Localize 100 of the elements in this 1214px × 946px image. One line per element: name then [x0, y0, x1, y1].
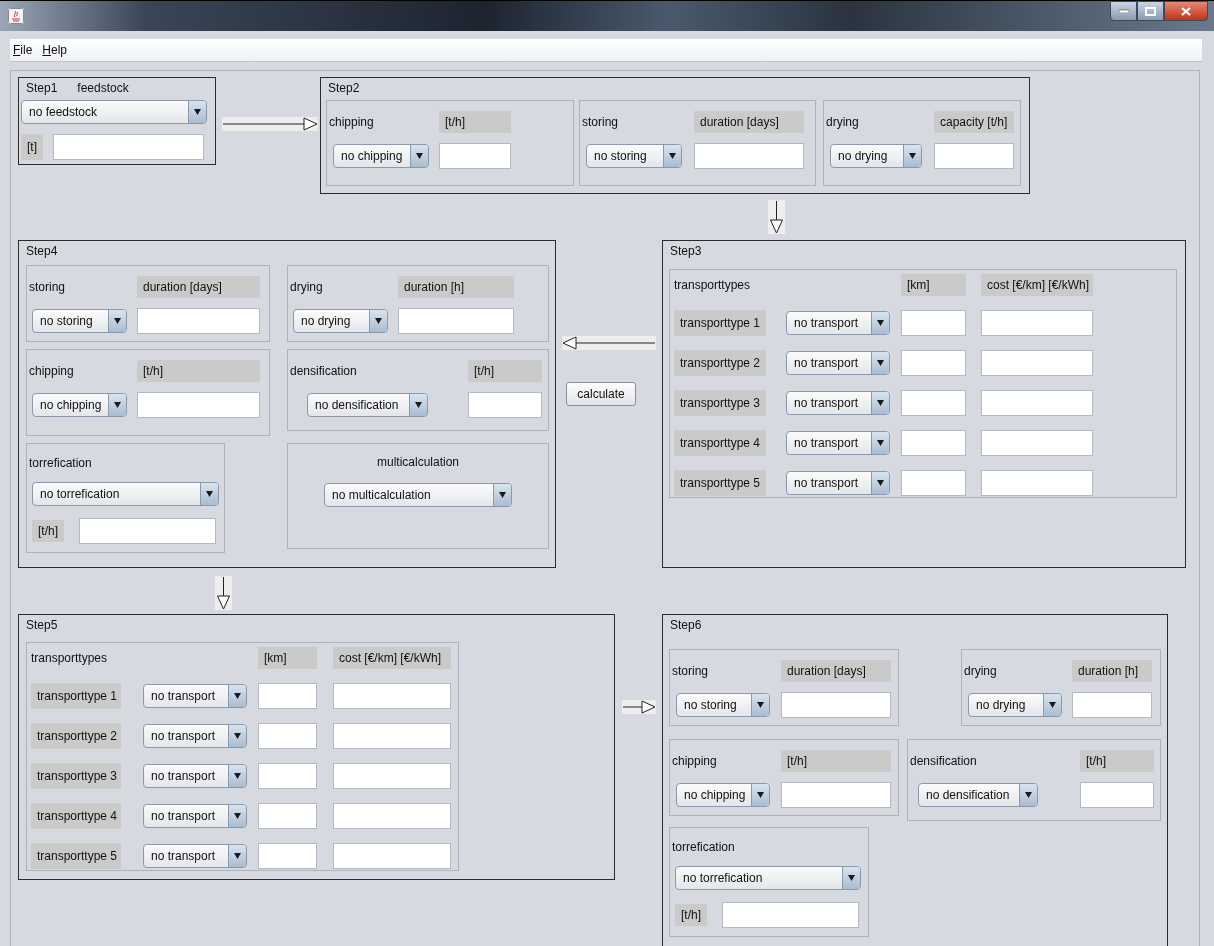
input-field[interactable] — [722, 902, 859, 928]
maximize-icon — [1145, 6, 1156, 16]
dropdown[interactable]: no multicalculation — [324, 483, 512, 507]
dropdown[interactable]: no transport — [786, 471, 890, 495]
input-field[interactable] — [137, 392, 260, 418]
group-label: chipping — [329, 115, 375, 129]
dropdown[interactable]: no storing — [676, 693, 770, 717]
input-field[interactable] — [258, 723, 317, 749]
input-field[interactable] — [1080, 782, 1154, 808]
dropdown[interactable]: no transport — [143, 844, 247, 868]
group-label: densification — [290, 364, 358, 378]
unit-label: [t/h] — [32, 520, 64, 542]
input-field[interactable] — [333, 763, 451, 789]
close-button[interactable] — [1164, 1, 1208, 21]
dropdown[interactable]: no densification — [307, 393, 428, 417]
input-field[interactable] — [333, 843, 451, 869]
caret-icon — [1049, 702, 1056, 708]
dropdown[interactable]: no transport — [786, 351, 890, 375]
dropdown[interactable]: no torrefication — [675, 866, 861, 890]
dropdown[interactable]: no drying — [830, 144, 922, 168]
group-label: drying — [826, 115, 860, 129]
input-field[interactable] — [901, 470, 966, 496]
dropdown[interactable]: no drying — [293, 309, 388, 333]
caret-icon — [877, 480, 884, 486]
dropdown[interactable]: no feedstock — [21, 100, 207, 124]
dropdown[interactable]: no transport — [143, 724, 247, 748]
dropdown[interactable]: no torrefication — [32, 482, 219, 506]
group-label: chipping — [672, 754, 718, 768]
dropdown[interactable]: no chipping — [32, 393, 127, 417]
transport-type-label: transporttype 3 — [674, 390, 766, 416]
caret-icon — [416, 153, 423, 159]
input-field[interactable] — [1072, 692, 1152, 718]
input-field[interactable] — [258, 683, 317, 709]
input-field[interactable] — [981, 470, 1093, 496]
input-field[interactable] — [137, 308, 260, 334]
caret-icon — [669, 153, 676, 159]
caret-icon — [877, 320, 884, 326]
caret-icon — [234, 813, 241, 819]
input-field[interactable] — [901, 310, 966, 336]
input-field[interactable] — [901, 390, 966, 416]
input-field[interactable] — [398, 308, 514, 334]
input-field[interactable] — [468, 392, 542, 418]
dropdown[interactable]: no transport — [786, 311, 890, 335]
dropdown[interactable]: no chipping — [676, 783, 770, 807]
group-label: torrefication — [29, 456, 93, 470]
input-field[interactable] — [901, 350, 966, 376]
group-label: drying — [964, 664, 998, 678]
unit-label: [t/h] — [781, 750, 891, 772]
input-field[interactable] — [439, 143, 511, 169]
group-label: multicalculation — [376, 455, 459, 469]
transport-type-label: transporttype 2 — [674, 350, 766, 376]
menu-item[interactable]: Help — [40, 43, 70, 57]
dropdown[interactable]: no chipping — [333, 144, 429, 168]
dropdown[interactable]: no drying — [968, 693, 1062, 717]
input-field[interactable] — [781, 782, 891, 808]
dropdown[interactable]: no transport — [143, 764, 247, 788]
step-title: Step5 — [26, 618, 58, 632]
caret-icon — [234, 773, 241, 779]
input-field[interactable] — [333, 683, 451, 709]
input-field[interactable] — [79, 518, 216, 544]
input-field[interactable] — [934, 143, 1014, 169]
input-field[interactable] — [333, 803, 451, 829]
input-field[interactable] — [901, 430, 966, 456]
dropdown[interactable]: no storing — [586, 144, 682, 168]
input-field[interactable] — [53, 134, 204, 160]
input-field[interactable] — [258, 803, 317, 829]
input-field[interactable] — [694, 143, 804, 169]
dropdown[interactable]: no storing — [32, 309, 127, 333]
input-field[interactable] — [981, 430, 1093, 456]
minimize-button[interactable] — [1110, 1, 1137, 21]
unit-label: [t/h] — [675, 904, 707, 926]
input-field[interactable] — [981, 310, 1093, 336]
group-label: storing — [29, 280, 67, 294]
maximize-button[interactable] — [1137, 1, 1164, 21]
input-field[interactable] — [258, 843, 317, 869]
unit-label: capacity [t/h] — [934, 111, 1014, 133]
transport-type-label: transporttype 5 — [31, 843, 121, 869]
step-title: Step2 — [328, 81, 360, 95]
unit-label: duration [days] — [137, 276, 260, 298]
caret-icon — [415, 402, 422, 408]
caret-icon — [877, 360, 884, 366]
input-field[interactable] — [781, 692, 891, 718]
caret-icon — [234, 693, 241, 699]
dropdown[interactable]: no transport — [143, 804, 247, 828]
dropdown[interactable]: no transport — [786, 431, 890, 455]
unit-label: [t/h] — [439, 111, 511, 133]
input-field[interactable] — [258, 763, 317, 789]
dropdown[interactable]: no transport — [786, 391, 890, 415]
caret-icon — [499, 492, 506, 498]
transport-type-label: transporttype 1 — [674, 310, 766, 336]
transport-type-label: transporttype 3 — [31, 763, 121, 789]
input-field[interactable] — [981, 350, 1093, 376]
dropdown[interactable]: no transport — [143, 684, 247, 708]
transport-type-label: transporttype 1 — [31, 683, 121, 709]
input-field[interactable] — [981, 390, 1093, 416]
calculate-button[interactable]: calculate — [566, 382, 636, 406]
menu-item[interactable]: File — [11, 43, 35, 57]
dropdown[interactable]: no densification — [918, 783, 1038, 807]
input-field[interactable] — [333, 723, 451, 749]
step-title: Step6 — [670, 618, 702, 632]
